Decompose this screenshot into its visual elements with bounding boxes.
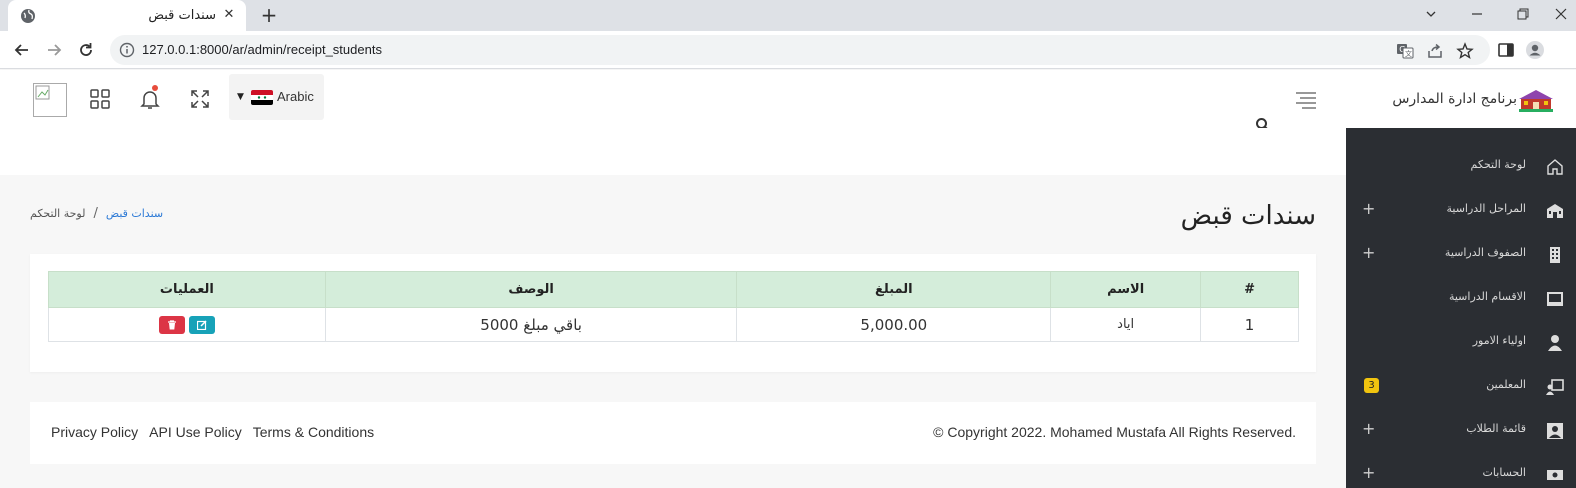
school-icon — [1547, 204, 1563, 218]
count-badge: 3 — [1364, 378, 1379, 393]
address-bar[interactable]: 127.0.0.1:8000/ar/admin/receipt_students… — [110, 35, 1490, 65]
school-logo-icon — [1519, 90, 1553, 112]
notification-dot — [152, 85, 158, 91]
sidebar-item-label: الحسابات — [1482, 466, 1526, 479]
sidebar-item-label: اولياء الامور — [1472, 334, 1526, 347]
side-panel-icon[interactable] — [1496, 40, 1516, 60]
sidebar-item-stages[interactable]: المراحل الدراسية + — [1346, 190, 1576, 230]
breadcrumb-separator: / — [93, 206, 98, 221]
minimize-icon[interactable] — [1454, 0, 1500, 28]
fullscreen-icon[interactable] — [188, 87, 212, 111]
copyright-text: © Copyright 2022. Mohamed Mustafa All Ri… — [933, 424, 1296, 440]
cell-operations — [48, 307, 326, 342]
sidebar-item-label: قائمة الطلاب — [1466, 422, 1526, 435]
cell-description: باقي مبلغ 5000 — [324, 307, 738, 342]
breadcrumb-home[interactable]: لوحة التحكم — [30, 207, 85, 220]
tab-close-icon[interactable]: ✕ — [220, 6, 238, 24]
student-icon — [1547, 423, 1563, 439]
trash-icon — [167, 320, 176, 330]
bookmark-star-icon[interactable] — [1456, 42, 1474, 60]
new-tab-button[interactable]: + — [258, 4, 280, 26]
url-text[interactable]: 127.0.0.1:8000/ar/admin/receipt_students — [142, 42, 382, 57]
edit-button[interactable] — [188, 315, 215, 334]
sidebar-item-label: الصفوف الدراسية — [1444, 246, 1526, 259]
table-header-row: # الاسم المبلغ الوصف العمليات — [48, 271, 1299, 308]
footer-links: Privacy Policy API Use Policy Terms & Cond… — [51, 424, 385, 440]
back-icon[interactable] — [10, 38, 34, 62]
brand[interactable]: برنامج ادارة المدارس — [1385, 88, 1555, 114]
brand-name: برنامج ادارة المدارس — [1392, 91, 1517, 107]
monitor-icon — [1547, 292, 1563, 306]
table-row: 1 اياد 5,000.00 باقي مبلغ 5000 — [48, 307, 1299, 342]
api-use-policy-link[interactable]: API Use Policy — [149, 424, 242, 440]
reload-icon[interactable] — [74, 38, 98, 62]
receipts-card: # الاسم المبلغ الوصف العمليات 1 اياد 5,0… — [30, 254, 1316, 372]
header-spacer — [0, 128, 1346, 175]
language-label: Arabic — [277, 89, 314, 104]
sidebar-item-grades[interactable]: الصفوف الدراسية + — [1346, 234, 1576, 274]
expand-plus-icon[interactable]: + — [1362, 243, 1375, 262]
avatar[interactable] — [33, 83, 67, 117]
user-icon — [1548, 335, 1562, 351]
column-header-number[interactable]: # — [1200, 271, 1299, 308]
profile-icon[interactable] — [1525, 40, 1545, 60]
receipts-table: # الاسم المبلغ الوصف العمليات 1 اياد 5,0… — [48, 271, 1299, 342]
column-header-operations[interactable]: العمليات — [48, 271, 326, 308]
sidebar-item-accounts[interactable]: الحسابات + — [1346, 454, 1576, 488]
sidebar-item-students[interactable]: قائمة الطلاب + — [1346, 410, 1576, 450]
restore-icon[interactable] — [1500, 0, 1546, 28]
sidebar-item-label: المعلمين — [1486, 378, 1526, 391]
apps-grid-icon[interactable] — [88, 87, 112, 111]
browser-tabstrip: سندات قبض ✕ + — [0, 0, 1576, 31]
language-dropdown[interactable]: ▼ Arabic — [229, 74, 324, 120]
share-icon[interactable] — [1426, 42, 1444, 60]
page-title: سندات قبض — [1180, 201, 1316, 231]
money-icon — [1547, 470, 1563, 480]
cell-amount: 5,000.00 — [736, 307, 1052, 342]
bell-icon[interactable] — [138, 87, 162, 111]
column-header-amount[interactable]: المبلغ — [736, 271, 1052, 308]
delete-button[interactable] — [158, 315, 185, 334]
svg-text:文: 文 — [1405, 49, 1412, 58]
sidebar-item-sections[interactable]: الاقسام الدراسية — [1346, 278, 1576, 318]
expand-plus-icon[interactable]: + — [1362, 463, 1375, 482]
globe-icon — [21, 9, 35, 23]
building-icon — [1550, 247, 1560, 263]
site-info-icon[interactable] — [119, 42, 135, 58]
expand-plus-icon[interactable]: + — [1362, 419, 1375, 438]
translate-icon[interactable]: G 文 — [1396, 42, 1414, 60]
sidebar-item-parents[interactable]: اولياء الامور — [1346, 322, 1576, 362]
expand-plus-icon[interactable]: + — [1362, 199, 1375, 218]
forward-icon[interactable] — [42, 38, 66, 62]
app-header: ▼ Arabic برنامج ادارة المدارس — [0, 70, 1576, 128]
tab-search-chevron-icon[interactable] — [1408, 0, 1454, 28]
sidebar-item-label: الاقسام الدراسية — [1448, 290, 1526, 303]
sidebar-item-dashboard[interactable]: لوحة التحكم — [1346, 146, 1576, 186]
sidebar: لوحة التحكم المراحل الدراسية + الصفوف ال… — [1346, 128, 1576, 488]
sidebar-item-label: المراحل الدراسية — [1446, 202, 1526, 215]
edit-icon — [196, 320, 207, 330]
browser-tab[interactable]: سندات قبض ✕ — [8, 0, 246, 31]
footer: Privacy Policy API Use Policy Terms & Cond… — [30, 402, 1316, 464]
sidebar-item-teachers[interactable]: المعلمين 3 — [1346, 366, 1576, 406]
tab-title: سندات قبض — [148, 8, 216, 23]
cell-name: اياد — [1050, 307, 1202, 342]
menu-toggle-icon[interactable] — [1294, 90, 1318, 110]
sidebar-item-label: لوحة التحكم — [1470, 158, 1526, 171]
terms-link[interactable]: Terms & Conditions — [253, 424, 374, 440]
cell-number: 1 — [1200, 307, 1299, 342]
breadcrumb: سندات قبض / لوحة التحكم — [30, 206, 163, 221]
teacher-icon — [1546, 379, 1564, 395]
syria-flag-icon — [251, 90, 273, 105]
browser-toolbar: 127.0.0.1:8000/ar/admin/receipt_students… — [0, 31, 1576, 69]
privacy-policy-link[interactable]: Privacy Policy — [51, 424, 138, 440]
home-icon — [1547, 159, 1563, 175]
caret-down-icon: ▼ — [237, 92, 244, 102]
breadcrumb-current: سندات قبض — [105, 207, 164, 220]
column-header-description[interactable]: الوصف — [324, 271, 738, 308]
column-header-name[interactable]: الاسم — [1050, 271, 1202, 308]
close-window-icon[interactable] — [1546, 0, 1576, 28]
